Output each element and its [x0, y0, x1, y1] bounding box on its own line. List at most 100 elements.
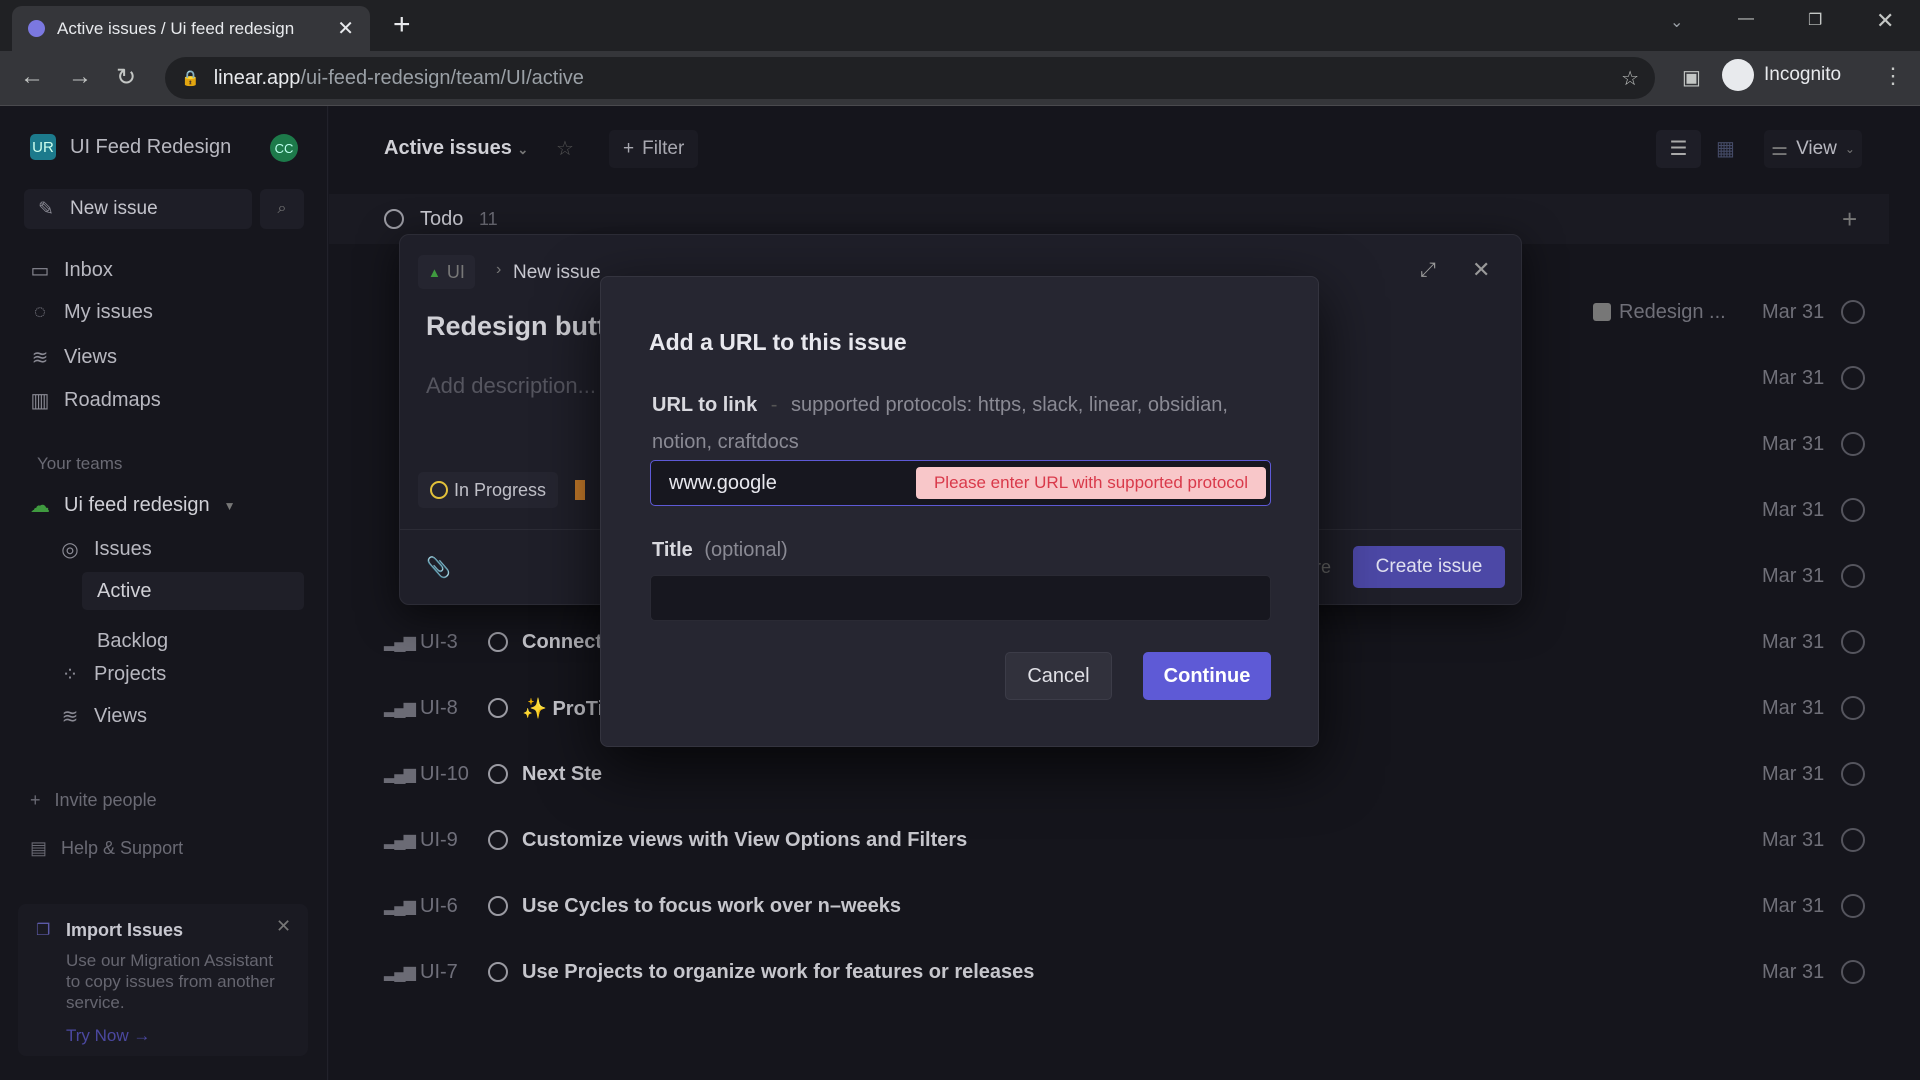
todo-status-icon [488, 764, 508, 784]
team-chip[interactable]: ▲ UI [418, 255, 475, 289]
workspace-switcher[interactable]: UR UI Feed Redesign [30, 134, 231, 160]
view-label: View [1796, 138, 1837, 159]
sidebar-item-backlog[interactable]: Backlog [97, 630, 168, 653]
issue-id: UI-8 [420, 696, 458, 719]
list-icon: ☰ [1669, 138, 1688, 160]
cancel-button[interactable]: Cancel [1005, 652, 1112, 700]
issue-row[interactable]: ▂▄▆ UI-9 Customize views with View Options… [329, 807, 1889, 873]
new-tab-icon[interactable]: + [393, 8, 411, 42]
minimize-icon[interactable]: — [1738, 10, 1754, 28]
sidebar-item-active[interactable]: Active [82, 572, 304, 610]
browser-tab-bar: Active issues / Ui feed redesign ✕ + ⌄ —… [0, 0, 1920, 51]
sidebar-item-projects[interactable]: ⁘ Projects [60, 662, 167, 687]
description-input[interactable]: Add description... [426, 373, 596, 399]
bookmark-star-icon[interactable]: ☆ [1621, 66, 1639, 91]
menu-icon[interactable]: ⋮ [1882, 63, 1904, 89]
sidebar-item-issues[interactable]: ◎ Issues [60, 537, 152, 562]
back-icon[interactable]: ← [20, 63, 44, 91]
sidebar-item-inbox[interactable]: ▭ Inbox [30, 258, 113, 283]
assignee-avatar-icon[interactable] [1841, 696, 1865, 720]
search-button[interactable]: ⌕ [260, 189, 304, 229]
assignee-avatar-icon[interactable] [1841, 828, 1865, 852]
try-now-link[interactable]: Try Now → [66, 1026, 150, 1046]
sidebar-item-my-issues[interactable]: ◌ My issues [30, 301, 153, 324]
sidebar-item-team-views[interactable]: ≋ Views [60, 704, 147, 729]
sidebar-item-roadmaps[interactable]: ▥ Roadmaps [30, 388, 161, 413]
favorite-star-icon[interactable]: ☆ [556, 136, 574, 161]
assignee-avatar-icon[interactable] [1841, 498, 1865, 522]
title-label: Title (optional) [652, 539, 788, 562]
issue-title-input[interactable]: Redesign butt [426, 311, 606, 342]
project-chip[interactable]: Redesign ... [1593, 301, 1726, 324]
workspace-name: UI Feed Redesign [70, 135, 232, 158]
assignee-avatar-icon[interactable] [1841, 432, 1865, 456]
forward-icon[interactable]: → [68, 63, 92, 91]
filter-button[interactable]: + Filter [609, 130, 699, 168]
assignee-avatar-icon[interactable] [1841, 630, 1865, 654]
sidebar-label: My issues [64, 301, 153, 323]
close-panel-icon[interactable]: ✕ [1472, 257, 1490, 283]
help-support-link[interactable]: ▤ Help & Support [30, 838, 183, 859]
assignee-avatar-icon[interactable] [1841, 366, 1865, 390]
close-import-icon[interactable]: ✕ [276, 916, 291, 937]
issue-row[interactable]: ▂▄▆ UI-10 Next Ste Mar 31 [329, 741, 1889, 807]
new-issue-label: New issue [70, 198, 158, 219]
issue-row[interactable]: ▂▄▆ UI-6 Use Cycles to focus work over n–w… [329, 873, 1889, 939]
close-tab-icon[interactable]: ✕ [337, 16, 354, 41]
assignee-avatar-icon[interactable] [1841, 300, 1865, 324]
team-label: UI [446, 261, 465, 282]
add-issue-plus-icon[interactable]: + [1842, 204, 1857, 235]
url-input[interactable]: 🔒 linear.app/ui-feed-redesign/team/UI/ac… [165, 57, 1655, 99]
attachment-icon[interactable]: 📎 [426, 555, 451, 580]
priority-chip[interactable] [575, 480, 585, 500]
reload-icon[interactable]: ↻ [116, 63, 136, 92]
lock-icon: 🔒 [181, 70, 200, 87]
title-input[interactable] [650, 575, 1271, 621]
assignee-avatar-icon[interactable] [1841, 960, 1865, 984]
issue-date: Mar 31 [1762, 630, 1825, 653]
import-body: Use our Migration Assistant to copy issu… [66, 951, 275, 1012]
sidebar-label: Projects [94, 663, 167, 685]
issue-date: Mar 31 [1762, 564, 1825, 587]
view-title-dropdown[interactable]: Active issues ⌄ [384, 137, 528, 160]
tab-search-icon[interactable]: ⌄ [1670, 12, 1683, 32]
tab-title: Active issues / Ui feed redesign [57, 18, 295, 38]
chevron-down-icon: ⌄ [1844, 142, 1855, 156]
create-issue-button[interactable]: Create issue [1353, 546, 1505, 588]
issue-row[interactable]: ▂▄▆ UI-7 Use Projects to organize work for… [329, 939, 1889, 1005]
view-title: Active issues [384, 137, 512, 159]
assignee-avatar-icon[interactable] [1841, 762, 1865, 786]
browser-tab[interactable]: Active issues / Ui feed redesign ✕ [12, 6, 370, 51]
side-panel-icon[interactable]: ▣ [1682, 65, 1701, 90]
view-options-button[interactable]: ⚌ View ⌄ [1764, 130, 1862, 168]
issue-id: UI-9 [420, 828, 458, 851]
user-avatar[interactable]: CC [270, 134, 298, 162]
issue-date: Mar 31 [1762, 300, 1825, 323]
sidebar-label: Roadmaps [64, 389, 161, 411]
continue-button[interactable]: Continue [1143, 652, 1271, 700]
close-window-icon[interactable]: ✕ [1876, 8, 1894, 34]
issue-date: Mar 31 [1762, 894, 1825, 917]
assignee-avatar-icon[interactable] [1841, 564, 1865, 588]
incognito-icon [1722, 59, 1754, 91]
incognito-profile[interactable]: Incognito [1722, 59, 1841, 91]
assignee-avatar-icon[interactable] [1841, 894, 1865, 918]
sidebar-label: Views [64, 346, 117, 368]
url-input[interactable]: www.google Please enter URL with support… [650, 460, 1271, 506]
url-error-tooltip: Please enter URL with supported protocol [916, 467, 1266, 499]
invite-people-link[interactable]: + Invite people [30, 790, 157, 811]
new-issue-button[interactable]: ✎ New issue [24, 189, 252, 229]
issue-date: Mar 31 [1762, 762, 1825, 785]
sidebar-item-views[interactable]: ≋ Views [30, 345, 117, 370]
issue-date: Mar 31 [1762, 960, 1825, 983]
expand-icon[interactable]: ⤢ [1420, 259, 1436, 282]
restore-icon[interactable]: ❐ [1808, 10, 1822, 30]
board-layout-toggle[interactable]: ▦ [1703, 130, 1748, 168]
list-layout-toggle[interactable]: ☰ [1656, 130, 1701, 168]
todo-status-icon [488, 698, 508, 718]
status-chip[interactable]: In Progress [418, 472, 559, 508]
inbox-icon: ▭ [30, 260, 50, 282]
in-progress-icon [430, 481, 448, 499]
team-ui-feed-redesign[interactable]: ☁ Ui feed redesign ▼ [30, 493, 236, 518]
dialog-title: Add a URL to this issue [649, 329, 907, 355]
